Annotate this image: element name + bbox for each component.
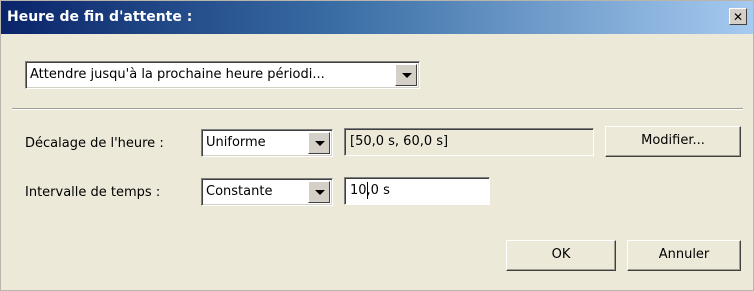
ok-button[interactable]: OK [506, 240, 616, 271]
offset-label: Décalage de l'heure : [25, 136, 164, 151]
interval-value-text: 10,0 s [350, 183, 390, 198]
interval-distribution-value: Constante [206, 184, 273, 199]
wait-mode-select[interactable]: Attendre jusqu'à la prochaine heure péri… [25, 61, 420, 89]
dialog-window: Heure de fin d'attente : ✕ Attendre jusq… [0, 0, 754, 291]
offset-distribution-value: Uniforme [206, 135, 266, 150]
chevron-down-icon[interactable] [308, 181, 330, 203]
interval-label: Intervalle de temps : [25, 185, 161, 200]
title-bar: Heure de fin d'attente : ✕ [1, 1, 753, 34]
modify-button[interactable]: Modifier... [605, 126, 741, 157]
offset-range-value: [50,0 s, 60,0 s] [350, 134, 449, 149]
offset-range-field: [50,0 s, 60,0 s] [344, 128, 594, 156]
chevron-down-icon[interactable] [308, 132, 330, 154]
wait-mode-value: Attendre jusqu'à la prochaine heure péri… [30, 67, 325, 82]
cancel-button[interactable]: Annuler [627, 240, 741, 271]
interval-distribution-select[interactable]: Constante [201, 178, 333, 206]
text-caret [367, 182, 368, 199]
close-button[interactable]: ✕ [729, 8, 747, 25]
close-icon: ✕ [732, 10, 744, 24]
offset-distribution-select[interactable]: Uniforme [201, 129, 333, 157]
separator [12, 108, 743, 110]
interval-value-input[interactable]: 10,0 s [344, 177, 490, 205]
dialog-title: Heure de fin d'attente : [7, 9, 193, 25]
chevron-down-icon[interactable] [395, 64, 417, 86]
